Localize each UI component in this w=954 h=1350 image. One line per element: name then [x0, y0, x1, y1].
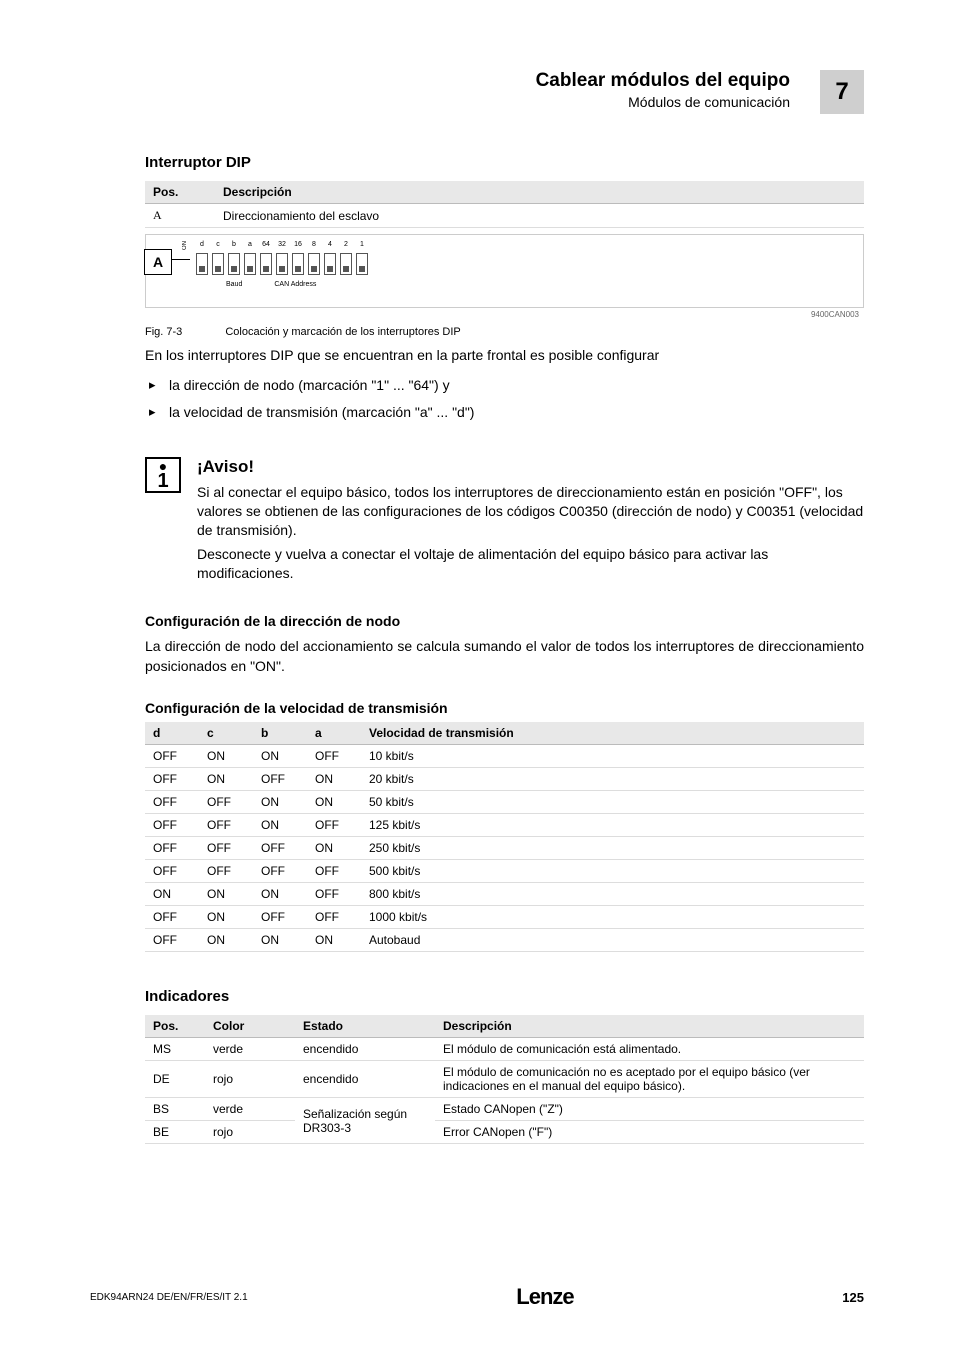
ind-row-de: DE rojo encendido El módulo de comunicac… [145, 1061, 864, 1098]
page-footer: EDK94ARN24 DE/EN/FR/ES/IT 2.1 Lenze 125 [90, 1284, 864, 1310]
pos-row-a: A [145, 204, 215, 228]
dip-letter-box: A [144, 249, 172, 275]
baud-config-title: Configuración de la velocidad de transmi… [145, 700, 864, 716]
footer-page-number: 125 [842, 1290, 864, 1305]
bullet-1: la dirección de nodo (marcación "1" ... … [145, 376, 864, 396]
ind-row-be: BE rojo Error CANopen ("F") [145, 1121, 864, 1144]
dip-bottom-labels: Baud CAN Address [198, 281, 316, 288]
indicators-table: Pos. Color Estado Descripción MS verde e… [145, 1015, 864, 1144]
footer-left: EDK94ARN24 DE/EN/FR/ES/IT 2.1 [90, 1292, 248, 1303]
pos-table: Pos. Descripción A Direccionamiento del … [145, 181, 864, 228]
header-subtitle: Módulos de comunicación [536, 94, 790, 110]
baud-row: OFFOFFOFFOFF500 kbit/s [145, 860, 864, 883]
header-title: Cablear módulos del equipo [536, 70, 790, 92]
baud-row: OFFOFFOFFON250 kbit/s [145, 837, 864, 860]
dip-on-label: ON [182, 241, 188, 250]
figure-caption: Fig. 7-3 Colocación y marcación de los i… [145, 326, 864, 338]
aviso-p1: Si al conectar el equipo básico, todos l… [197, 483, 864, 540]
dip-section-title: Interruptor DIP [145, 154, 864, 171]
page-header: Cablear módulos del equipo Módulos de co… [145, 70, 864, 114]
dip-code: 9400CAN003 [811, 310, 859, 319]
ind-row-ms: MS verde encendido El módulo de comunica… [145, 1038, 864, 1061]
pos-head-pos: Pos. [145, 181, 215, 204]
dip-switches: d c b a 64 32 16 8 4 2 1 [196, 241, 368, 275]
aviso-title: ¡Aviso! [197, 457, 864, 477]
baud-table: d c b a Velocidad de transmisión OFFONON… [145, 722, 864, 952]
node-config-title: Configuración de la dirección de nodo [145, 613, 864, 629]
indicators-title: Indicadores [145, 988, 864, 1005]
pos-desc-a: Direccionamiento del esclavo [215, 204, 864, 228]
footer-logo: Lenze [516, 1284, 573, 1310]
ind-row-bs: BS verde Señalización según DR303-3 Esta… [145, 1098, 864, 1121]
pos-head-desc: Descripción [215, 181, 864, 204]
aviso-p2: Desconecte y vuelva a conectar el voltaj… [197, 545, 864, 583]
section-number-box: 7 [820, 70, 864, 114]
baud-row: OFFONONOFF10 kbit/s [145, 745, 864, 768]
baud-row: ONONONOFF800 kbit/s [145, 883, 864, 906]
baud-row: OFFOFFONON50 kbit/s [145, 791, 864, 814]
baud-row: OFFONOFFON20 kbit/s [145, 768, 864, 791]
baud-row: OFFONOFFOFF1000 kbit/s [145, 906, 864, 929]
node-config-text: La dirección de nodo del accionamiento s… [145, 637, 864, 676]
baud-row: OFFOFFONOFF125 kbit/s [145, 814, 864, 837]
dip-diagram: A ON d c b a 64 32 16 8 4 2 1 Baud CAN A… [145, 234, 864, 308]
pointer-line [172, 259, 190, 260]
info-icon: ●1 [145, 457, 181, 493]
baud-row: OFFONONONAutobaud [145, 929, 864, 952]
bullet-2: la velocidad de transmisión (marcación "… [145, 403, 864, 423]
intro-text: En los interruptores DIP que se encuentr… [145, 346, 864, 366]
intro-bullets: la dirección de nodo (marcación "1" ... … [145, 376, 864, 423]
aviso-block: ●1 ¡Aviso! Si al conectar el equipo bási… [145, 457, 864, 589]
